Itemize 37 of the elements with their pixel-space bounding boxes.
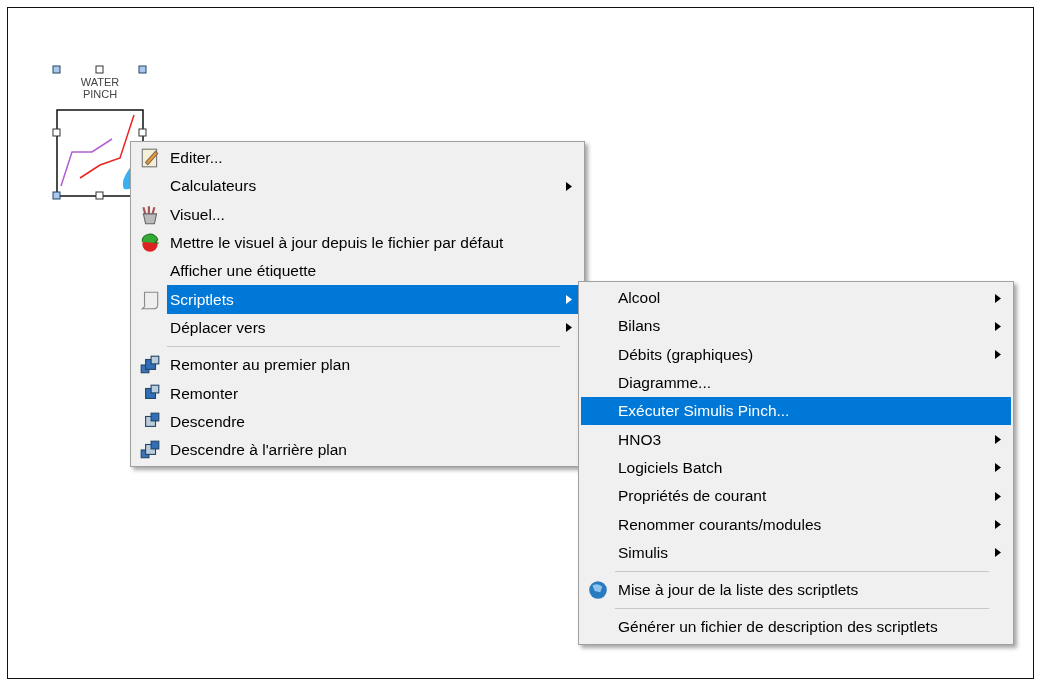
menu-item[interactable]: Editer... bbox=[167, 144, 582, 173]
module-label: WATER PINCH bbox=[79, 76, 121, 100]
menu-item[interactable]: Calculateurs bbox=[133, 172, 582, 201]
submenu-arrow-icon bbox=[566, 323, 572, 333]
menu-item[interactable]: Exécuter Simulis Pinch... bbox=[581, 397, 1011, 426]
menu-item[interactable]: Mise à jour de la liste des scriptlets bbox=[615, 575, 1011, 605]
submenu-arrow-icon bbox=[995, 548, 1001, 558]
menu-item[interactable]: Descendre à l'arrière plan bbox=[167, 435, 582, 465]
menu-item[interactable]: Propriétés de courant bbox=[581, 482, 1011, 511]
menu-item[interactable]: Remonter bbox=[167, 379, 582, 408]
submenu-arrow-icon bbox=[995, 350, 1001, 360]
submenu-arrow-icon bbox=[995, 520, 1001, 529]
menu-item[interactable]: Renommer courants/modules bbox=[581, 510, 1011, 539]
menu-item[interactable]: Remonter au premier plan bbox=[167, 351, 582, 380]
menu-item[interactable]: Descendre bbox=[167, 407, 582, 436]
refresh-icon bbox=[139, 232, 161, 255]
menu-item[interactable]: Alcool bbox=[581, 284, 1011, 313]
submenu-arrow-icon bbox=[995, 321, 1001, 331]
menu-item[interactable]: Logiciels Batch bbox=[581, 453, 1011, 483]
submenu-arrow-icon bbox=[995, 463, 1001, 473]
menu-item[interactable]: Mettre le visuel à jour depuis le fichier par défaut bbox=[167, 228, 582, 258]
submenu-arrow-icon bbox=[566, 295, 572, 305]
submenu-arrow-icon bbox=[995, 491, 1001, 501]
notepad-icon bbox=[139, 147, 161, 170]
menu-item[interactable]: Simulis bbox=[581, 538, 1011, 567]
submenu-arrow-icon bbox=[995, 293, 1001, 303]
menu-item[interactable]: HNO3 bbox=[581, 425, 1011, 454]
menu-item[interactable]: Débits (graphiques) bbox=[581, 340, 1011, 369]
submenu-arrow-icon bbox=[566, 181, 572, 191]
menu-item[interactable]: Déplacer vers bbox=[133, 313, 582, 343]
menu-item[interactable]: Diagramme... bbox=[581, 368, 1011, 398]
menu-item[interactable]: Bilans bbox=[581, 312, 1011, 341]
menu-item[interactable]: Afficher une étiquette bbox=[133, 257, 582, 286]
globe-icon bbox=[587, 579, 609, 602]
menu-item[interactable]: Générer un fichier de description des scriptlets bbox=[581, 613, 1011, 642]
submenu-arrow-icon bbox=[995, 435, 1001, 445]
menu-item[interactable]: Visuel... bbox=[167, 200, 582, 229]
